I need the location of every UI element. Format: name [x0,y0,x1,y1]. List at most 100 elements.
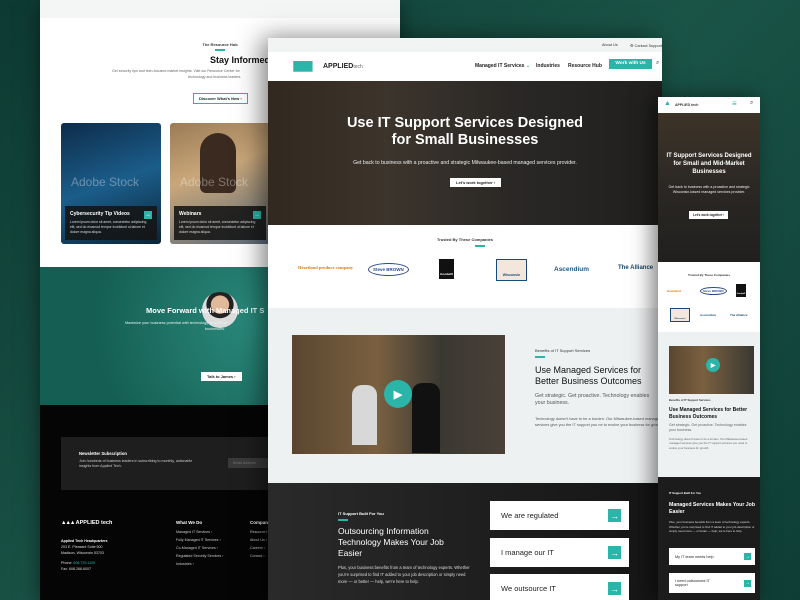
play-icon[interactable]: ▶ [384,380,412,408]
contact-support-link[interactable]: ⚙ Contact Support [630,43,662,48]
trusted-section: Trusted By These Companies Heartland pro… [268,225,662,308]
top-strip [40,0,400,18]
eyebrow: Benefits of IT Support Services [669,398,711,402]
phone-link[interactable]: 608.729.1100 [73,561,95,565]
card-webinars[interactable]: Adobe Stock Webinars → Lorem ipsum dolor s… [170,123,270,244]
choice-outsource-it[interactable]: We outsource IT → [490,574,629,600]
footer-link[interactable]: Contact › [250,554,269,558]
benefits-body: Technology doesn't have to be a burden. … [535,416,662,428]
hero: Use IT Support Services Designed for Smal… [268,81,662,225]
client-logo: Heartland [667,289,681,293]
client-logo-alliance: The Alliance [618,265,654,271]
eyebrow: IT Support Built For You [669,491,702,495]
arrow-right-icon: → [744,579,751,587]
home-page-mobile: ▲ APPLIED tech ≡ ⌕ IT Support Services D… [658,97,760,600]
utility-bar: About Us ⚙ Contact Support [268,38,662,52]
footer-link[interactable]: Managed IT Services › [176,530,223,534]
about-us-link[interactable]: About Us [602,43,618,47]
lets-work-together-button[interactable]: Let's work together › [689,211,729,219]
footer-col-what-we-do: What We Do Managed IT Services › Fully M… [176,520,224,566]
video-player[interactable]: ▶ [292,335,505,454]
logo-icon: ▮▮▮▮ [292,57,314,73]
mobile-benefits: ▶ Benefits of IT Support Services Use Ma… [658,332,760,477]
newsletter-title: Newsletter Subscription [79,451,127,456]
client-logo-heartland: Heartland produce company [298,265,354,270]
client-logo-ascendium: Ascendium [554,266,590,273]
eyebrow: Trusted By These Companies [436,237,493,242]
card-cybersecurity[interactable]: Adobe Stock Cybersecurity Tip Videos → Lor… [61,123,161,244]
person-photo [412,383,440,453]
built-body: Plus, your business benefits from a team… [669,520,755,534]
accent-bar [215,49,225,51]
logo[interactable]: APPLIEDtech [323,63,363,70]
benefits-section: ▶ Benefits of IT Support Services Use Ma… [268,308,662,483]
watermark: Adobe Stock [180,175,249,189]
mobile-built-for-you: IT Support Built For You Managed Service… [658,477,760,600]
chevron-down-icon: ⌄ [525,63,531,69]
built-title: Outsourcing Information Technology Makes… [338,526,444,559]
home-page-desktop: About Us ⚙ Contact Support ▮▮▮▮ APPLIEDt… [268,38,662,600]
hero-subtitle: Get back to business with a proactive an… [668,185,750,195]
accent-bar [338,519,348,521]
footer-link[interactable]: Regulated Security Services › [176,554,223,558]
watermark: Adobe Stock [71,175,140,189]
client-logo-wisconsin: Wisconsin [496,259,527,281]
lets-work-together-button[interactable]: Let's work together › [450,178,502,187]
cta-title: Move Forward with Managed IT S [146,306,265,315]
benefits-lead: Get strategic. Get proactive. Technology… [669,423,747,433]
accent-bar [535,356,545,358]
choice-it-team-help[interactable]: My IT team needs help → [669,548,755,565]
hero-subtitle: Get back to business with a proactive an… [353,160,577,166]
built-for-you-section: IT Support Built For You Outsourcing Inf… [268,483,662,600]
card-title: Cybersecurity Tip Videos [70,211,130,218]
arrow-right-icon[interactable]: → [144,211,152,220]
choice-manage-it[interactable]: I manage our IT → [490,538,629,567]
footer-link[interactable]: Resource H [250,530,269,534]
nav-resource-hub[interactable]: Resource Hub [568,63,602,69]
footer-link[interactable]: About Us › [250,538,269,542]
client-logo: Ascendium [700,313,717,317]
footer-link[interactable]: Industries › [176,562,223,566]
built-body: Plus, your business benefits from a team… [338,565,470,584]
eyebrow: IT Support Built For You [338,511,384,516]
eyebrow: Benefits of IT Support Services [535,348,591,353]
choice-regulated[interactable]: We are regulated → [490,501,629,530]
video-player[interactable]: ▶ [669,346,754,394]
client-logo: Steve BROWN [700,287,727,295]
hamburger-menu-icon[interactable]: ≡ [732,99,737,108]
main-nav: ▮▮▮▮ APPLIEDtech Managed IT Services ⌄ I… [268,52,662,81]
logo[interactable]: APPLIED tech [675,103,698,107]
client-logo: The Alliance [730,313,748,317]
choice-outsourced-it[interactable]: I need outsourced IT support → [669,573,755,593]
hero-title: Use IT Support Services Designed for Smal… [346,115,584,149]
hero-title: IT Support Services Designed for Small a… [666,153,752,175]
footer-link[interactable]: Co-Managed IT Services › [176,546,223,550]
work-with-us-button[interactable]: Work with Us [609,59,652,69]
arrow-right-icon: → [744,553,751,560]
card-text: Lorem ipsum dolor sit amet, consectetur … [70,220,147,235]
eyebrow: Trusted By These Companies [687,273,730,277]
accent-bar [475,245,485,247]
footer-address: Applied Tech Headquarters 203 E. Pleasan… [61,539,108,571]
search-icon[interactable]: ⌕ [656,60,659,67]
client-logo-goodwill: Goodwill [439,259,454,279]
mobile-header: ▲ APPLIED tech ≡ ⌕ [658,97,760,113]
arrow-right-icon[interactable]: → [253,211,261,220]
talk-to-james-button[interactable]: Talk to James › [201,372,242,381]
search-icon[interactable]: ⌕ [750,100,753,107]
benefits-lead: Get strategic. Get proactive. Technology… [535,393,650,407]
play-icon[interactable]: ▶ [706,358,720,372]
nav-managed-it[interactable]: Managed IT Services ⌄ [475,63,530,69]
footer-link[interactable]: Fully Managed IT Services › [176,538,223,542]
cta-text: businesses. [205,327,226,331]
cta-text: Maximize your business potential with te… [125,321,228,325]
mobile-hero: IT Support Services Designed for Small a… [658,113,760,262]
discover-button[interactable]: Discover What's New › [193,93,248,104]
footer-col-company: Compan Resource H About Us › Careers › C… [250,520,269,558]
card-text: Lorem ipsum dolor sit amet, consectetur … [179,220,256,235]
footer-link[interactable]: Careers › [250,546,269,550]
client-logo-steve-brown: Steve BROWN [368,263,409,276]
mobile-trusted: Trusted By These Companies Heartland Ste… [658,262,760,332]
nav-industries[interactable]: Industries [536,63,560,69]
arrow-right-icon: → [608,546,621,559]
